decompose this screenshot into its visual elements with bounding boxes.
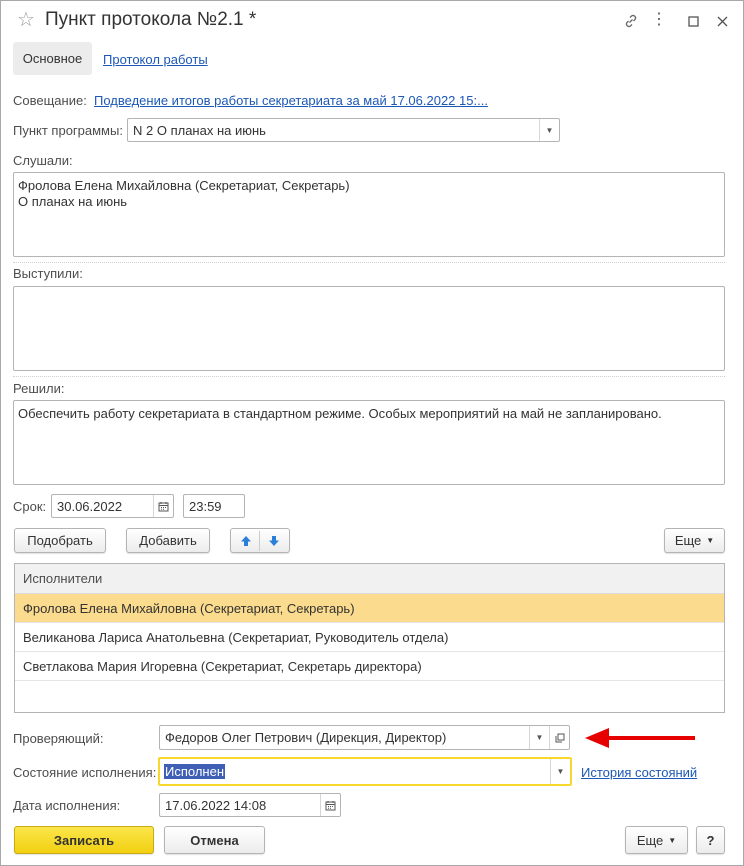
pick-button-label: Подобрать: [27, 533, 93, 548]
table-row[interactable]: Светлакова Мария Игоревна (Секретариат, …: [15, 652, 724, 681]
save-button-label: Записать: [53, 832, 115, 848]
listened-textarea[interactable]: Фролова Елена Михайловна (Секретариат, С…: [13, 172, 725, 257]
favorite-star-icon[interactable]: ☆: [17, 10, 35, 30]
footer-more-button[interactable]: Еще ▼: [625, 826, 688, 854]
chevron-down-icon[interactable]: ▼: [550, 759, 570, 784]
link-icon[interactable]: [621, 11, 641, 31]
add-button-label: Добавить: [139, 533, 197, 548]
save-button[interactable]: Записать: [14, 826, 154, 854]
spoke-label: Выступили:: [13, 266, 83, 281]
tab-work-protocol[interactable]: Протокол работы: [103, 52, 208, 67]
help-label: ?: [706, 832, 715, 848]
meeting-link[interactable]: Подведение итогов работы секретариата за…: [94, 93, 488, 108]
exec-date-label: Дата исполнения:: [13, 798, 121, 813]
close-icon[interactable]: [712, 11, 732, 31]
add-button[interactable]: Добавить: [126, 528, 210, 553]
calendar-icon[interactable]: [320, 794, 340, 816]
status-value: Исполнен: [164, 764, 226, 779]
red-arrow-annotation: [585, 728, 695, 748]
window: ☆ Пункт протокола №2.1 * ⋮ Основное Прот…: [0, 0, 744, 866]
executors-table[interactable]: Исполнители Фролова Елена Михайловна (Се…: [14, 563, 725, 713]
executors-header: Исполнители: [15, 564, 724, 594]
arrow-down-icon[interactable]: [263, 530, 285, 552]
tab-main[interactable]: Основное: [13, 42, 92, 75]
program-item-value: N 2 О планах на июнь: [133, 122, 266, 138]
checker-value: Федоров Олег Петрович (Дирекция, Директо…: [165, 730, 447, 745]
help-button[interactable]: ?: [696, 826, 725, 854]
table-row[interactable]: Великанова Лариса Анатольевна (Секретари…: [15, 623, 724, 652]
table-more-label: Еще: [674, 533, 702, 548]
decided-label: Решили:: [13, 381, 65, 396]
deadline-time-field[interactable]: 23:59: [183, 494, 245, 518]
footer-more-label: Еще: [636, 832, 664, 848]
spoke-textarea[interactable]: [13, 286, 725, 371]
arrow-up-icon[interactable]: [235, 530, 257, 552]
exec-date-field[interactable]: 17.06.2022 14:08: [159, 793, 341, 817]
exec-date-value: 17.06.2022 14:08: [165, 797, 267, 813]
status-field[interactable]: Исполнен ▼: [158, 757, 572, 786]
deadline-date-value: 30.06.2022: [57, 498, 123, 514]
status-history-link[interactable]: История состояний: [581, 765, 697, 780]
tab-main-label: Основное: [22, 51, 83, 66]
divider: [13, 376, 725, 377]
cancel-button-label: Отмена: [190, 832, 239, 848]
divider: [259, 530, 261, 551]
window-title: Пункт протокола №2.1 *: [45, 9, 257, 30]
program-item-label: Пункт программы:: [13, 123, 123, 138]
more-menu-icon[interactable]: ⋮: [649, 9, 669, 29]
calendar-icon[interactable]: [153, 495, 173, 517]
move-buttons: [230, 528, 290, 553]
open-icon[interactable]: [549, 726, 569, 749]
chevron-down-icon[interactable]: ▼: [529, 726, 549, 749]
table-more-button[interactable]: Еще ▼: [664, 528, 725, 553]
deadline-date-field[interactable]: 30.06.2022: [51, 494, 174, 518]
deadline-time-value: 23:59: [189, 498, 222, 514]
deadline-label: Срок:: [13, 499, 47, 514]
chevron-down-icon[interactable]: ▼: [539, 119, 559, 141]
checker-label: Проверяющий:: [13, 731, 104, 746]
chevron-down-icon: ▼: [706, 536, 715, 545]
divider: [13, 262, 725, 263]
table-row[interactable]: Фролова Елена Михайловна (Секретариат, С…: [15, 594, 724, 623]
chevron-down-icon: ▼: [668, 835, 677, 845]
cancel-button[interactable]: Отмена: [164, 826, 265, 854]
checker-field[interactable]: Федоров Олег Петрович (Дирекция, Директо…: [159, 725, 570, 750]
listened-label: Слушали:: [13, 153, 73, 168]
decided-textarea[interactable]: Обеспечить работу секретариата в стандар…: [13, 400, 725, 485]
program-item-field[interactable]: N 2 О планах на июнь ▼: [127, 118, 560, 142]
maximize-icon[interactable]: [683, 11, 703, 31]
status-label: Состояние исполнения:: [13, 765, 157, 780]
pick-button[interactable]: Подобрать: [14, 528, 106, 553]
meeting-label: Совещание:: [13, 93, 87, 108]
